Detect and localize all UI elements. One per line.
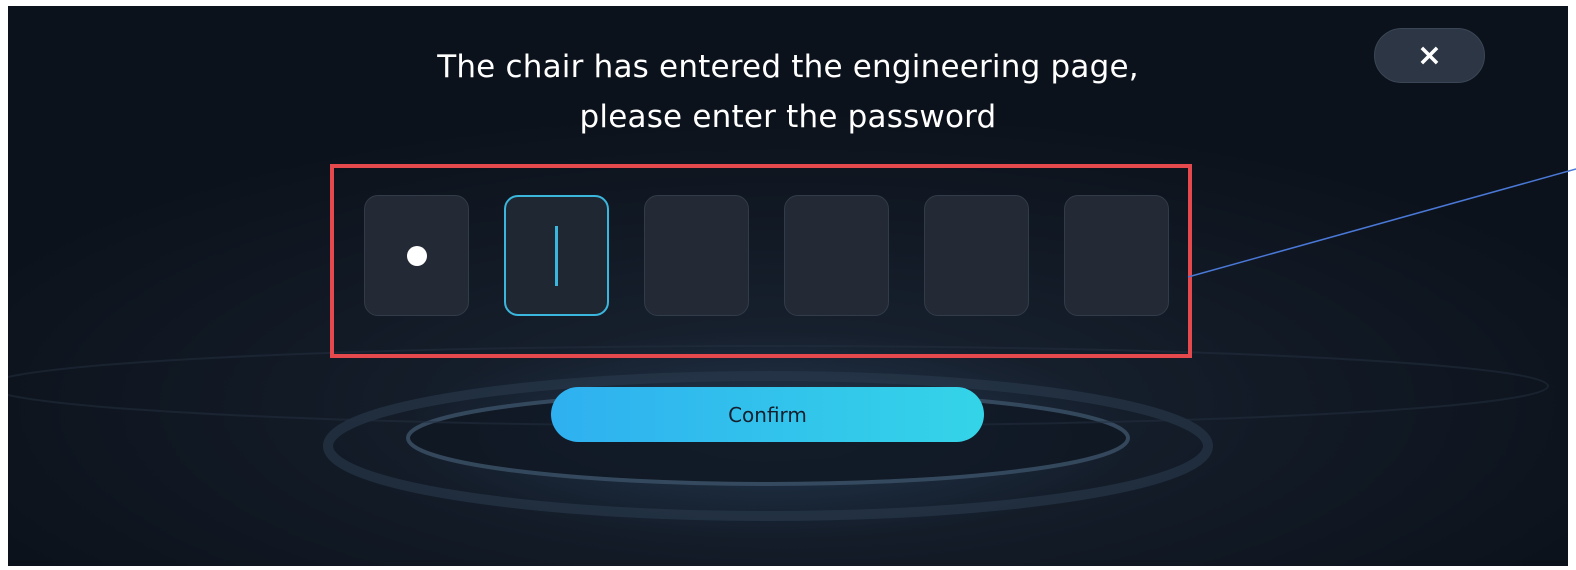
engineering-password-screen: The chair has entered the engineering pa… [8,6,1568,566]
password-digit-2[interactable] [504,195,609,316]
password-digit-1[interactable] [364,195,469,316]
close-icon: × [1416,37,1443,73]
password-digit-6[interactable] [1064,195,1169,316]
password-digit-4[interactable] [784,195,889,316]
dialog-title: The chair has entered the engineering pa… [8,42,1568,142]
password-digit-5[interactable] [924,195,1029,316]
confirm-button[interactable]: Confirm [551,387,984,442]
password-digit-3[interactable] [644,195,749,316]
dot-icon [406,245,427,266]
dialog-title-line-2: please enter the password [579,99,997,135]
dialog-title-line-1: The chair has entered the engineering pa… [437,49,1139,85]
close-button[interactable]: × [1374,28,1485,83]
text-caret [555,225,558,286]
